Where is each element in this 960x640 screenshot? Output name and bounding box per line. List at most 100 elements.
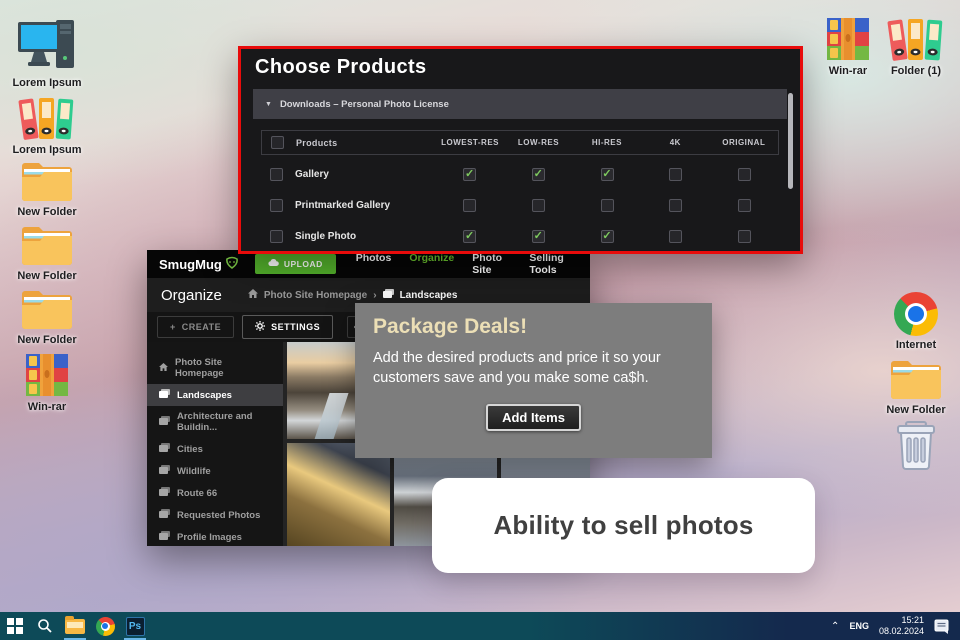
settings-label: SETTINGS [271, 322, 321, 332]
res-checkbox[interactable] [738, 230, 752, 243]
res-checkbox[interactable]: ✓ [600, 230, 614, 243]
dialog-scrollbar[interactable] [788, 93, 793, 189]
desktop-icon-label: Win-rar [27, 401, 67, 413]
row-checkbox[interactable] [270, 168, 283, 181]
create-label: CREATE [181, 322, 222, 332]
desktop-icon-label: New Folder [17, 206, 77, 218]
photo-thumbnail[interactable] [287, 443, 390, 546]
collapse-icon: ▼ [265, 100, 272, 108]
desktop-icon-folder-3[interactable]: New Folder [9, 288, 85, 346]
product-name: Single Photo [295, 231, 357, 242]
binders-icon [9, 95, 85, 141]
sidebar-item-requested-photos[interactable]: Requested Photos [147, 504, 283, 526]
start-button[interactable] [0, 612, 30, 640]
nav-organize[interactable]: Organize [409, 252, 454, 276]
table-header-row: Products LOWEST-RES LOW-RES HI-RES 4K OR… [261, 130, 779, 155]
table-row: Gallery ✓ ✓ ✓ [261, 159, 779, 190]
upload-button[interactable]: UPLOAD [254, 254, 336, 274]
sidebar-item-photo-site-homepage[interactable]: Photo Site Homepage [147, 352, 283, 384]
sidebar-item-route-66[interactable]: Route 66 [147, 482, 283, 504]
res-checkbox[interactable] [669, 230, 683, 243]
row-checkbox[interactable] [270, 199, 283, 212]
res-checkbox[interactable] [669, 168, 683, 181]
popup-title: Package Deals! [373, 315, 528, 338]
desktop-icon-label: New Folder [886, 404, 946, 416]
column-header: Products [296, 137, 338, 148]
action-center-icon[interactable] [934, 619, 950, 634]
language-indicator[interactable]: ENG [849, 621, 869, 631]
photoshop-icon: Ps [125, 616, 145, 636]
taskbar-chrome-button[interactable] [90, 612, 120, 640]
gallery-icon [159, 509, 170, 521]
taskbar-clock[interactable]: 15:21 08.02.2024 [879, 615, 924, 638]
desktop-icon-label: Lorem Ipsum [12, 77, 82, 89]
smugmug-nav: Photos Organize Photo Site Selling Tools [356, 252, 578, 276]
desktop-icon-computer[interactable]: Lorem Ipsum [9, 18, 85, 89]
breadcrumb-current: Landscapes [399, 289, 458, 301]
sidebar-item-landscapes[interactable]: Landscapes [147, 384, 283, 406]
package-deals-popup: Package Deals! Add the desired products … [355, 303, 712, 458]
taskbar-search-button[interactable] [30, 612, 60, 640]
gallery-icon [159, 531, 170, 543]
res-checkbox[interactable]: ✓ [463, 230, 477, 243]
add-items-button[interactable]: Add Items [486, 404, 581, 432]
breadcrumb-item[interactable]: Photo Site Homepage [264, 290, 367, 301]
desktop-icon-trash[interactable] [878, 420, 954, 470]
section-label: Downloads – Personal Photo License [279, 98, 449, 110]
settings-button[interactable]: SETTINGS [242, 315, 334, 339]
desktop-icon-winrar-right[interactable]: Win-rar [810, 16, 886, 77]
home-icon [159, 362, 168, 374]
gallery-icon [159, 465, 170, 477]
nav-photos[interactable]: Photos [356, 252, 392, 276]
folder-icon [9, 224, 85, 267]
desktop-icon-folder-2[interactable]: New Folder [9, 224, 85, 282]
column-header: HI-RES [591, 138, 622, 147]
desktop-icon-folder1-binders[interactable]: Folder (1) [878, 16, 954, 77]
winrar-icon [9, 352, 85, 398]
res-checkbox[interactable]: ✓ [463, 168, 477, 181]
desktop-icon-label: Lorem Ipsum [12, 144, 82, 156]
chrome-icon [878, 292, 954, 336]
clock-time: 15:21 [901, 614, 924, 625]
res-checkbox[interactable] [738, 199, 752, 212]
taskbar: Ps ⌃ ENG 15:21 08.02.2024 [0, 612, 960, 640]
res-checkbox[interactable] [669, 199, 683, 212]
desktop-icon-folder-1[interactable]: New Folder [9, 160, 85, 218]
sidebar-item-profile-images[interactable]: Profile Images [147, 526, 283, 548]
res-checkbox[interactable]: ✓ [532, 168, 546, 181]
row-checkbox[interactable] [270, 230, 283, 243]
res-checkbox[interactable] [532, 199, 546, 212]
res-checkbox[interactable] [463, 199, 477, 212]
res-checkbox[interactable]: ✓ [532, 230, 546, 243]
section-header[interactable]: ▼ Downloads – Personal Photo License [253, 89, 787, 119]
dialog-title: Choose Products [255, 56, 427, 78]
desktop-icon-folder-right[interactable]: New Folder [878, 358, 954, 416]
select-all-checkbox[interactable] [271, 136, 284, 149]
column-header: 4K [669, 138, 681, 147]
gallery-icon [159, 416, 170, 428]
sidebar-item-architecture[interactable]: Architecture and Buildin... [147, 406, 283, 438]
smugmug-logo[interactable]: SmugMug [159, 256, 239, 273]
nav-selling-tools[interactable]: Selling Tools [529, 252, 578, 276]
smugmug-smiley-icon [225, 256, 239, 273]
desktop-icon-internet[interactable]: Internet [878, 292, 954, 351]
tray-chevron-icon[interactable]: ⌃ [831, 621, 839, 632]
upload-cloud-icon [268, 258, 279, 269]
res-checkbox[interactable] [738, 168, 752, 181]
desktop-icon-binders[interactable]: Lorem Ipsum [9, 95, 85, 156]
create-button[interactable]: + CREATE [157, 316, 235, 338]
product-name: Printmarked Gallery [295, 200, 391, 211]
sidebar-item-cities[interactable]: Cities [147, 438, 283, 460]
taskbar-explorer-button[interactable] [60, 612, 90, 640]
sidebar-item-wildlife[interactable]: Wildlife [147, 460, 283, 482]
feature-card: Ability to sell photos [432, 478, 815, 573]
desktop-icon-winrar[interactable]: Win-rar [9, 352, 85, 413]
computer-icon [9, 18, 85, 74]
home-icon [247, 289, 258, 301]
nav-photo-site[interactable]: Photo Site [472, 252, 511, 276]
taskbar-photoshop-button[interactable]: Ps [120, 612, 150, 640]
table-row: Printmarked Gallery [261, 190, 779, 221]
choose-products-dialog: Choose Products ▼ Downloads – Personal P… [238, 46, 803, 254]
res-checkbox[interactable]: ✓ [600, 168, 614, 181]
res-checkbox[interactable] [600, 199, 614, 212]
